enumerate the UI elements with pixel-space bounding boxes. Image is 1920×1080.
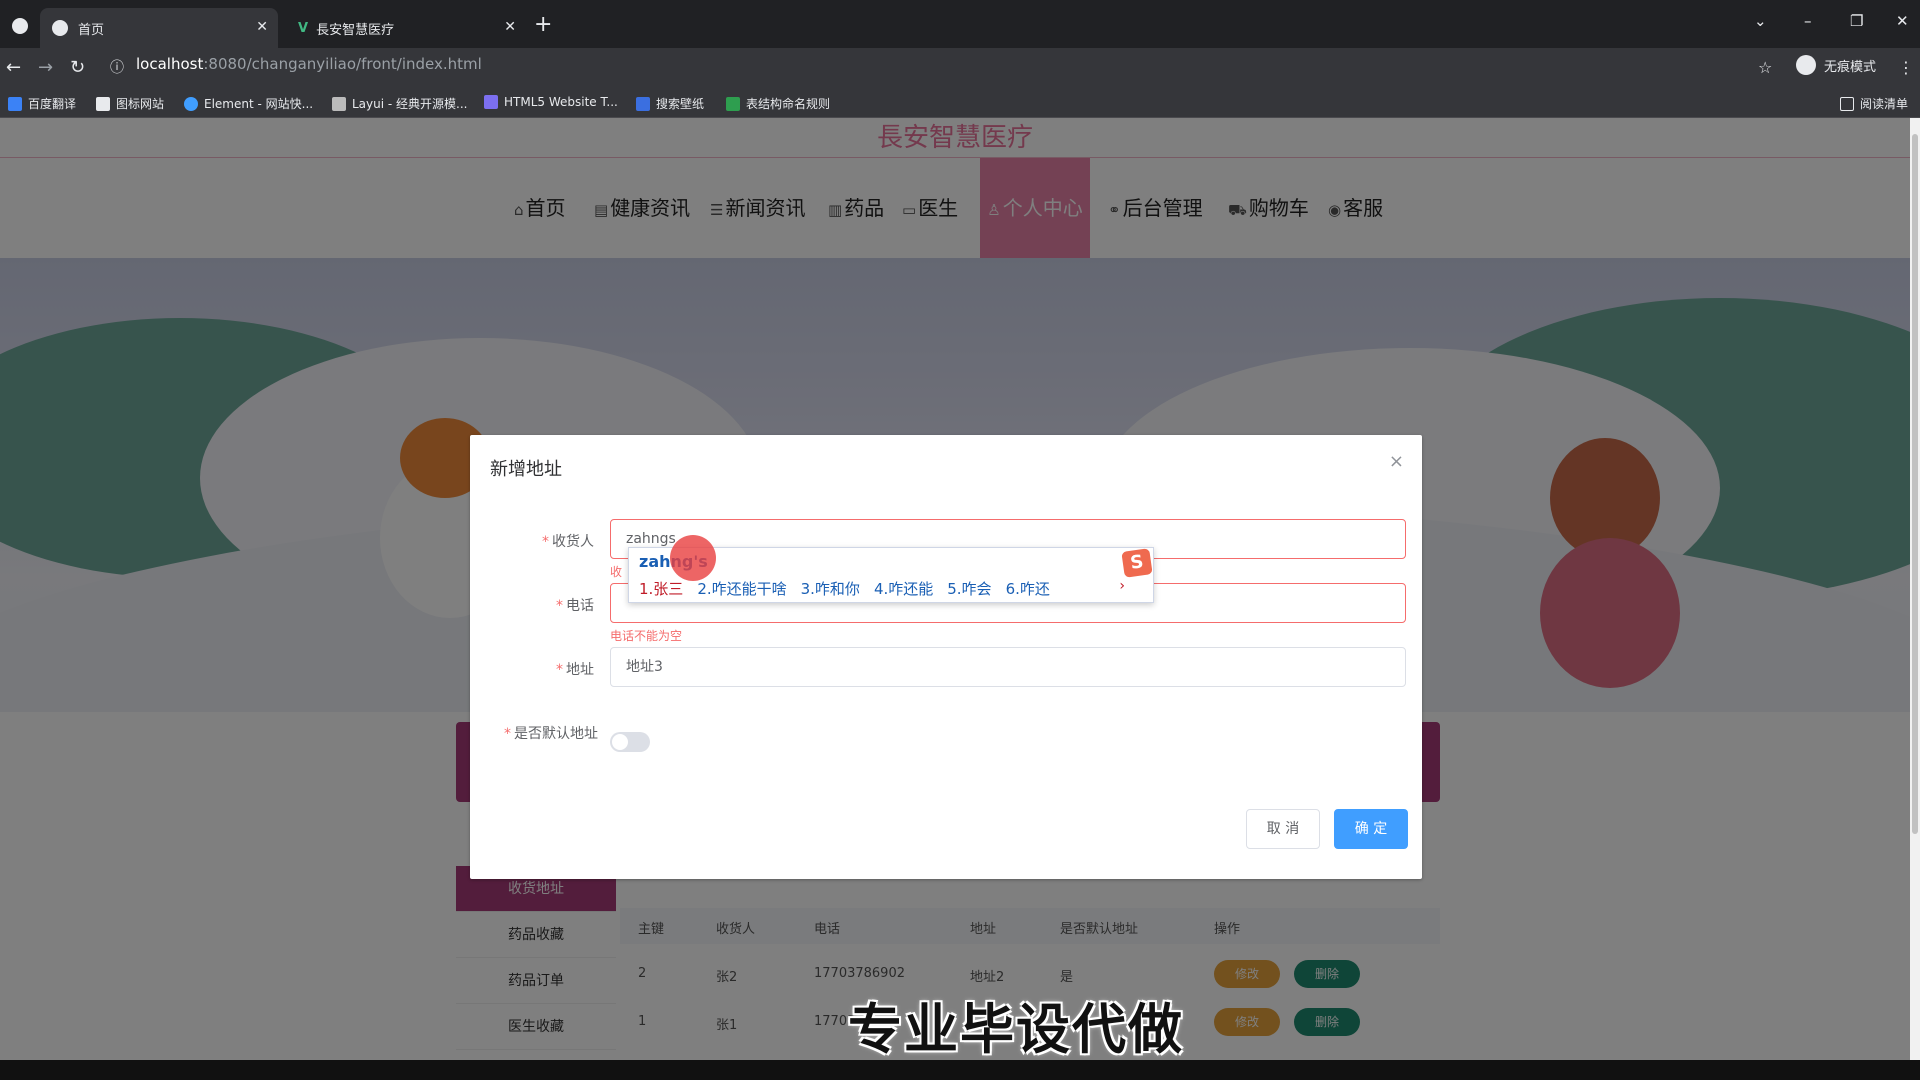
bottom-bar xyxy=(0,1060,1920,1080)
bookmark-label: HTML5 Website T... xyxy=(504,95,618,109)
tab-search-icon[interactable]: ⌄ xyxy=(1754,12,1767,30)
sogou-ime-logo-icon: S xyxy=(1121,548,1153,578)
url-host: localhost xyxy=(136,55,204,73)
default-address-label: * 是否默认地址 xyxy=(504,726,598,742)
ime-candidate[interactable]: 1.张三 xyxy=(639,578,683,599)
address-input[interactable]: 地址3 xyxy=(610,647,1406,687)
ime-candidate[interactable]: 4.咋还能 xyxy=(874,578,933,599)
tab-label: 長安智慧医疗 xyxy=(316,22,395,38)
bookmark-label: 百度翻译 xyxy=(28,97,77,111)
url-path: :8080/changanyiliao/front/index.html xyxy=(203,55,482,73)
address-label-text: 地址 xyxy=(566,662,594,678)
default-address-label-text: 是否默认地址 xyxy=(514,726,598,742)
confirm-button[interactable]: 确 定 xyxy=(1334,809,1408,849)
switch-knob xyxy=(612,734,628,750)
html5-icon xyxy=(484,95,498,109)
site-info-icon[interactable]: ⓘ xyxy=(110,57,124,79)
tab-site[interactable]: V 長安智慧医疗 ✕ xyxy=(286,8,526,48)
bookmark-item[interactable]: Layui - 经典开源模... xyxy=(332,95,467,112)
phone-error: 电话不能为空 xyxy=(610,629,683,643)
add-address-dialog: 新增地址 × * 收货人 zahngs 收 * 电话 电话不能为空 * 地址 地址3 … xyxy=(470,435,1422,879)
address-value: 地址3 xyxy=(626,659,663,675)
close-window-icon[interactable]: ✕ xyxy=(1896,12,1909,30)
address-label: * 地址 xyxy=(556,662,594,678)
minimize-icon[interactable]: – xyxy=(1804,12,1812,30)
phone-label-text: 电话 xyxy=(566,598,594,614)
ime-next-page-icon[interactable]: › xyxy=(1119,578,1125,594)
receiver-value: zahngs xyxy=(626,531,676,547)
restore-icon[interactable]: ❐ xyxy=(1850,12,1863,30)
scrollbar-thumb[interactable] xyxy=(1912,134,1918,834)
incognito-icon xyxy=(1796,55,1816,75)
receiver-error: 收 xyxy=(610,565,623,579)
table-icon xyxy=(726,96,740,111)
receiver-label: * 收货人 xyxy=(542,534,594,550)
back-icon[interactable]: ← xyxy=(6,57,21,79)
ime-candidate[interactable]: 6.咋还 xyxy=(1006,578,1050,599)
bookmark-item[interactable]: 图标网站 xyxy=(96,95,164,112)
page: 長安智慧医疗 ⌂首页 ▤健康资讯 ☰新闻资讯 ▥药品 ▭医生 ♙个人中心 ⚭后台… xyxy=(0,118,1910,1060)
dialog-title: 新增地址 xyxy=(490,459,562,480)
bookmark-item[interactable]: 表结构命名规则 xyxy=(726,95,830,112)
bookmark-label: 图标网站 xyxy=(116,97,165,111)
forward-icon[interactable]: → xyxy=(38,57,53,79)
ime-candidates: 1.张三 2.咋还能干啥 3.咋和你 4.咋还能 5.咋会 6.咋还 xyxy=(639,578,1050,599)
reading-list-label: 阅读清单 xyxy=(1860,97,1909,111)
reload-icon[interactable]: ↻ xyxy=(70,57,85,79)
bookmark-item[interactable]: 百度翻译 xyxy=(8,95,76,112)
browser-tab-bar: 首页 ✕ V 長安智慧医疗 ✕ + ⌄ – ❐ ✕ xyxy=(0,0,1920,48)
translate-icon xyxy=(8,96,22,111)
close-tab-icon[interactable]: ✕ xyxy=(256,19,268,35)
phone-label: * 电话 xyxy=(556,598,594,614)
element-icon xyxy=(184,96,198,111)
reading-list-icon xyxy=(1840,96,1854,111)
address-bar[interactable]: localhost:8080/changanyiliao/front/index… xyxy=(136,55,482,73)
bookmark-label: 表结构命名规则 xyxy=(746,97,831,111)
bookmarks-bar: 百度翻译 图标网站 Element - 网站快... Layui - 经典开源模… xyxy=(0,90,1920,118)
wallpaper-icon xyxy=(636,96,650,111)
incognito-indicator[interactable]: 无痕模式 xyxy=(1796,55,1876,75)
default-address-switch[interactable] xyxy=(610,732,650,752)
bookmark-item[interactable]: HTML5 Website T... xyxy=(484,95,618,109)
tab-label: 首页 xyxy=(78,22,105,38)
flag-icon xyxy=(96,96,110,111)
receiver-label-text: 收货人 xyxy=(552,534,594,550)
bookmark-label: Layui - 经典开源模... xyxy=(352,97,468,111)
bookmark-label: 搜索壁纸 xyxy=(656,97,705,111)
ime-candidate[interactable]: 2.咋还能干啥 xyxy=(697,578,786,599)
bookmark-item[interactable]: Element - 网站快... xyxy=(184,95,313,112)
close-tab-icon[interactable]: ✕ xyxy=(504,19,516,35)
close-icon[interactable]: × xyxy=(1389,451,1404,472)
watermark-text: 专业毕设代做 xyxy=(848,998,1184,1061)
ime-candidate[interactable]: 3.咋和你 xyxy=(801,578,860,599)
reading-list[interactable]: 阅读清单 xyxy=(1840,95,1908,112)
browser-menu-icon[interactable] xyxy=(12,18,28,34)
incognito-label: 无痕模式 xyxy=(1824,59,1877,75)
page-scrollbar[interactable] xyxy=(1910,118,1920,1060)
cancel-button[interactable]: 取 消 xyxy=(1246,809,1320,849)
ime-candidate[interactable]: 5.咋会 xyxy=(947,578,991,599)
bookmark-item[interactable]: 搜索壁纸 xyxy=(636,95,704,112)
globe-icon xyxy=(52,20,68,36)
bookmark-star-icon[interactable]: ☆ xyxy=(1758,57,1772,79)
vue-icon: V xyxy=(298,20,309,36)
new-tab-button[interactable]: + xyxy=(534,14,552,36)
mouse-cursor-highlight xyxy=(670,535,716,581)
bookmark-label: Element - 网站快... xyxy=(204,97,314,111)
more-menu-icon[interactable]: ⋮ xyxy=(1898,57,1914,79)
tab-home[interactable]: 首页 ✕ xyxy=(40,8,278,48)
layui-icon xyxy=(332,96,346,111)
